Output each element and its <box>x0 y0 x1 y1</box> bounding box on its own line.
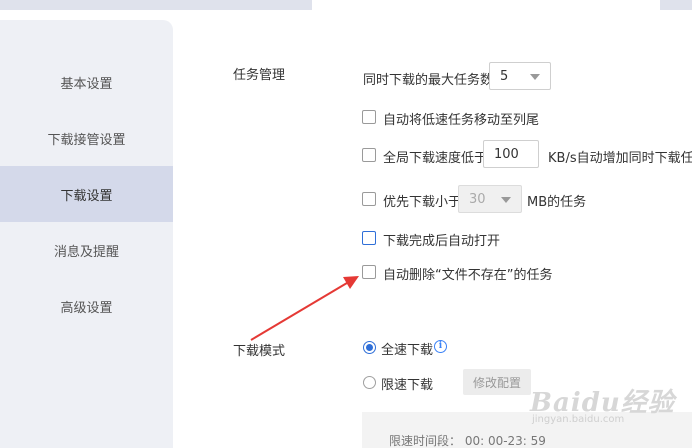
move-slow-to-end-label: 自动将低速任务移动至列尾 <box>383 113 540 128</box>
sidebar-item-label: 消息及提醒 <box>53 244 119 260</box>
sidebar-item-download-settings[interactable]: 下载设置 <box>0 166 173 222</box>
sidebar-item-label: 高级设置 <box>60 300 113 316</box>
prefer-small-checkbox[interactable] <box>362 192 376 206</box>
global-speed-checkbox[interactable] <box>362 148 376 162</box>
sidebar-item-download-takeover[interactable]: 下载接管设置 <box>0 110 173 166</box>
prefer-small-size-select[interactable]: 30 <box>458 185 522 213</box>
max-tasks-label: 同时下载的最大任务数 <box>363 73 494 88</box>
tab-inactive-left[interactable] <box>0 0 320 10</box>
limited-speed-label: 限速下载 <box>381 378 434 393</box>
full-speed-label: 全速下载 <box>381 343 434 358</box>
info-icon[interactable]: i <box>434 340 447 353</box>
max-tasks-select[interactable]: 5 <box>489 62 551 90</box>
full-speed-radio[interactable] <box>363 341 376 354</box>
tab-inactive-right[interactable] <box>660 0 692 10</box>
auto-delete-missing-label: 自动删除“文件不存在”的任务 <box>383 268 553 283</box>
global-speed-label-suffix: KB/s自动增加同时下载任务 <box>548 151 692 166</box>
global-speed-label-prefix: 全局下载速度低于 <box>383 151 488 166</box>
limit-period-text: 限速时间段： 00: 00-23: 59 <box>389 434 546 448</box>
sidebar-item-label: 基本设置 <box>60 76 113 92</box>
watermark-url: jingyan.baidu.com <box>532 414 625 425</box>
auto-delete-missing-checkbox[interactable] <box>362 265 376 279</box>
sidebar-item-label: 下载接管设置 <box>47 132 126 148</box>
limited-speed-radio[interactable] <box>363 376 376 389</box>
modify-config-button[interactable]: 修改配置 <box>463 369 531 395</box>
sidebar-item-messages-reminders[interactable]: 消息及提醒 <box>0 222 173 278</box>
sidebar-item-label: 下载设置 <box>60 188 113 204</box>
sidebar-item-basic-settings[interactable]: 基本设置 <box>0 54 173 110</box>
prefer-small-label-prefix: 优先下载小于 <box>383 195 462 210</box>
sidebar-item-advanced-settings[interactable]: 高级设置 <box>0 278 173 334</box>
global-speed-input[interactable] <box>483 140 539 168</box>
auto-open-label: 下载完成后自动打开 <box>383 234 501 249</box>
baidu-jingyan-watermark: Baidu经验 jingyan.baidu.com <box>530 382 675 425</box>
prefer-small-label-suffix: MB的任务 <box>527 195 587 210</box>
section-label-task-management: 任务管理 <box>233 68 286 83</box>
max-tasks-value: 5 <box>500 68 509 84</box>
tab-active[interactable] <box>312 0 664 10</box>
chevron-down-icon <box>530 74 540 80</box>
move-slow-to-end-checkbox[interactable] <box>362 110 376 124</box>
prefer-small-size-value: 30 <box>469 191 486 207</box>
section-label-download-mode: 下载模式 <box>233 344 286 359</box>
chevron-down-icon <box>501 197 511 203</box>
auto-open-checkbox[interactable] <box>362 231 376 245</box>
